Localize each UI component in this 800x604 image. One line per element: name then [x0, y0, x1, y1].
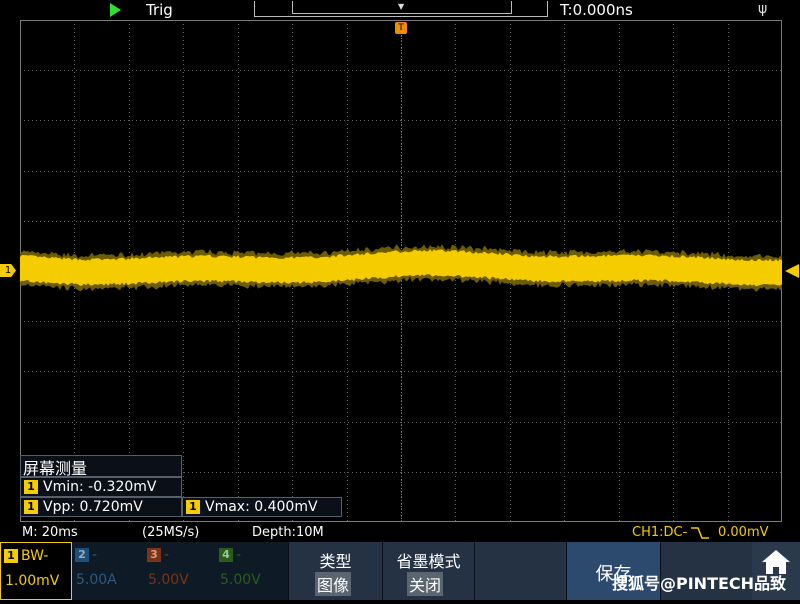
timebase[interactable]: M: 20ms [22, 525, 78, 540]
ch1-key[interactable]: 1 BW- 1.00mV [0, 542, 72, 600]
ch1-badge: 1 [24, 480, 38, 494]
ch2-bandwidth: - [92, 547, 98, 563]
waveform-grid[interactable] [20, 20, 782, 522]
ink-saver-value: 关闭 [407, 572, 444, 596]
memory-position-marker-icon: ▼ [398, 2, 405, 11]
usb-icon: ψ [758, 1, 768, 17]
time-offset: T:0.000ns [560, 1, 633, 19]
ch3-bandwidth: - [164, 547, 170, 563]
measurement-vpp: 1 Vpp: 0.720mV [20, 497, 182, 517]
ch2-number: 2 [75, 548, 89, 562]
trigger-status: Trig [146, 1, 173, 19]
measurement-title: 屏幕测量 [23, 459, 88, 478]
ch2-scale: 5.00A [76, 572, 117, 588]
ch1-offset: 0.00mV [718, 525, 769, 540]
ink-saver-label: 省墨模式 [396, 552, 461, 571]
play-icon[interactable] [110, 3, 121, 17]
ch4-number: 4 [219, 548, 233, 562]
measurement-vmin: 1 Vmin: -0.320mV [20, 477, 182, 497]
ch1-number: 1 [4, 549, 18, 563]
watermark: 搜狐号@PINTECH品致 [612, 574, 787, 593]
ch2-key[interactable]: 2 - 5.00A [72, 542, 144, 600]
type-label: 类型 [319, 552, 352, 571]
trigger-position-marker[interactable]: T [395, 22, 407, 34]
vpp-value: Vpp: 0.720mV [43, 499, 143, 515]
ch4-scale: 5.00V [220, 572, 261, 588]
ch1-badge: 1 [186, 500, 200, 514]
trigger-level-marker-icon[interactable] [785, 264, 799, 278]
ch3-scale: 5.00V [148, 572, 189, 588]
ch3-key[interactable]: 3 - 5.00V [144, 542, 216, 600]
memory-depth: Depth:10M [252, 525, 324, 540]
ch4-bandwidth: - [236, 547, 242, 563]
type-value: 图像 [315, 572, 352, 596]
ch1-badge: 1 [24, 500, 38, 514]
vmax-value: Vmax: 0.400mV [205, 499, 318, 515]
ch1-offset-marker[interactable]: 1 [0, 264, 16, 277]
falling-edge-icon [691, 527, 709, 539]
empty-softkey[interactable] [474, 542, 566, 600]
ch1-bandwidth: BW- [21, 548, 49, 564]
ink-saver-softkey[interactable]: 省墨模式 关闭 [382, 542, 474, 600]
type-softkey[interactable]: 类型 图像 [288, 542, 382, 600]
vmin-value: Vmin: -0.320mV [43, 479, 157, 495]
measurement-vmax: 1 Vmax: 0.400mV [182, 497, 342, 517]
ch1-scale: 1.00mV [5, 573, 60, 589]
sample-rate: (25MS/s) [142, 525, 200, 540]
ch4-key[interactable]: 4 - 5.00V [216, 542, 288, 600]
ch1-coupling: CH1:DC- [632, 525, 688, 540]
ch3-number: 3 [147, 548, 161, 562]
